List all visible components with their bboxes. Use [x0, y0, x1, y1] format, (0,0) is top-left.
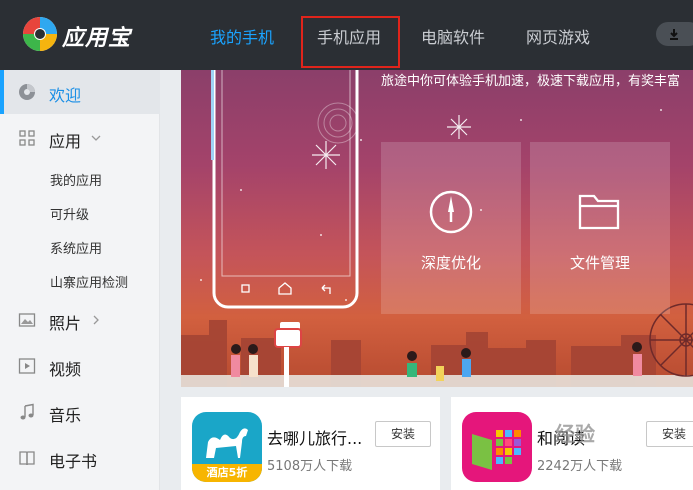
music-icon: [20, 403, 34, 420]
sidebar-item-music[interactable]: 音乐: [0, 390, 160, 434]
download-icon: [670, 29, 678, 40]
install-button[interactable]: 安装: [375, 421, 431, 447]
feature-label: 文件管理: [569, 254, 630, 272]
sidebar-subitem-my-apps[interactable]: 我的应用: [50, 170, 102, 189]
video-icon: [18, 358, 36, 374]
app-name: 去哪儿旅行...: [267, 429, 363, 448]
sidebar-item-label: 电子书: [49, 452, 98, 471]
speed-gauge-icon: [429, 190, 473, 234]
feature-card-file-manager[interactable]: 文件管理: [530, 142, 670, 314]
book-grid-icon: [472, 430, 521, 470]
sidebar-item-videos[interactable]: 视频: [0, 344, 160, 388]
photo-icon: [18, 313, 36, 327]
sidebar-item-label: 音乐: [49, 406, 82, 425]
tab-pc-software[interactable]: 电脑软件: [421, 24, 485, 48]
app-card[interactable]: 酒店5折 去哪儿旅行... 5108万人下载 安装: [181, 397, 440, 490]
download-count: 2242万人下载: [537, 459, 623, 474]
tab-highlight-box: [301, 16, 400, 68]
feature-card-deep-optimize[interactable]: 深度优化: [381, 142, 521, 314]
discount-badge: 酒店5折: [192, 464, 262, 482]
tab-my-phone[interactable]: 我的手机: [210, 24, 274, 48]
feature-label: 深度优化: [420, 254, 481, 272]
chevron-down-icon: [91, 135, 101, 141]
sidebar-item-label: 照片: [49, 314, 82, 333]
sidebar-subitem-fake-app-check[interactable]: 山寨应用检测: [50, 272, 128, 291]
install-button[interactable]: 安装: [646, 421, 693, 447]
sidebar-subitem-upgradable[interactable]: 可升级: [50, 204, 89, 223]
heyuedu-app-icon: [462, 412, 532, 482]
sidebar-item-label: 视频: [49, 360, 82, 379]
grid-icon: [19, 130, 35, 146]
sidebar-item-label: 欢迎: [49, 86, 82, 105]
book-icon: [19, 451, 35, 466]
sidebar-item-ebooks[interactable]: 电子书: [0, 436, 160, 480]
folder-icon: [578, 194, 620, 230]
tab-web-games[interactable]: 网页游戏: [526, 24, 590, 48]
download-count: 5108万人下载: [267, 459, 353, 474]
sidebar: 欢迎 应用 我的应用 可升级 系统应用 山寨应用检测 照片 视频 音乐 电子书: [0, 70, 160, 490]
qunar-app-icon: 酒店5折: [192, 412, 262, 482]
banner-headline: 旅途中你可体验手机加速，极速下载应用，有奖丰富: [381, 74, 681, 89]
sidebar-item-apps[interactable]: 应用: [0, 116, 160, 160]
top-bar: 应用宝 我的手机 手机应用 电脑软件 网页游戏: [0, 0, 693, 70]
yingyongbao-logo-icon[interactable]: [22, 16, 58, 52]
app-title: 应用宝: [62, 26, 132, 51]
sidebar-item-label: 应用: [49, 132, 82, 151]
sidebar-item-welcome[interactable]: 欢迎: [0, 70, 160, 114]
sidebar-subitem-system-apps[interactable]: 系统应用: [50, 238, 102, 257]
watermark: 经验: [555, 422, 595, 446]
chevron-right-icon: [93, 315, 99, 325]
welcome-icon: [19, 84, 35, 100]
welcome-banner[interactable]: 旅途中你可体验手机加速，极速下载应用，有奖丰富 深度优化 文件管理: [181, 70, 693, 387]
sidebar-item-photos[interactable]: 照片: [0, 298, 160, 342]
